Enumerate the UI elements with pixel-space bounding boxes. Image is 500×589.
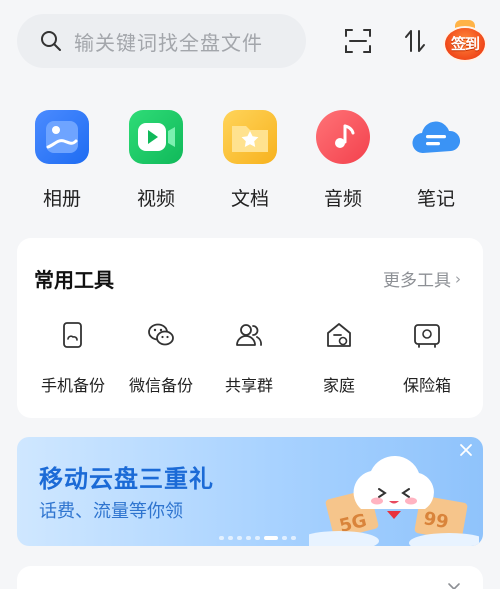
promo-banner[interactable]: 移动云盘三重礼 话费、流量等你领 5G 99: [17, 437, 483, 546]
category-label: 视频: [136, 188, 175, 210]
banner-subline: 话费、流量等你领: [39, 501, 183, 522]
tool-phone-backup[interactable]: 手机备份: [31, 320, 115, 396]
more-tools-label: 更多工具: [383, 271, 451, 291]
close-icon[interactable]: [457, 441, 475, 459]
category-label: 文档: [230, 188, 269, 210]
phone-backup-icon: [63, 322, 82, 348]
category-label: 相册: [42, 188, 81, 210]
category-label: 音频: [323, 188, 362, 210]
photo-album-icon: [35, 110, 89, 164]
category-label: 笔记: [416, 188, 455, 210]
group-icon: [236, 324, 262, 346]
category-videos[interactable]: 视频: [116, 110, 196, 211]
common-tools-card: 常用工具 更多工具 › 手机备份 微信备份 共享群 家庭 保险箱: [17, 238, 483, 418]
carousel-dot: [282, 536, 287, 540]
coupon-99-text: 99: [422, 508, 450, 533]
search-bar[interactable]: 输关键词找全盘文件: [17, 14, 306, 68]
cloud-mascot-illustration: 5G 99: [309, 455, 479, 546]
chevron-right-icon: ›: [455, 269, 461, 288]
category-notes[interactable]: 笔记: [396, 110, 476, 211]
search-placeholder: 输关键词找全盘文件: [74, 30, 263, 55]
home-icon: [327, 323, 351, 347]
category-documents[interactable]: 文档: [210, 110, 290, 211]
tool-label: 家庭: [322, 376, 355, 395]
note-cloud-icon: [409, 110, 463, 164]
sign-in-button[interactable]: 签到: [445, 20, 485, 62]
tool-share-group[interactable]: 共享群: [207, 320, 291, 396]
carousel-dot: [237, 536, 242, 540]
carousel-indicator: [219, 536, 296, 540]
tool-label: 微信备份: [128, 376, 193, 395]
tools-title: 常用工具: [34, 268, 114, 292]
document-folder-icon: [223, 110, 277, 164]
tool-label: 手机备份: [40, 376, 105, 395]
sign-in-label: 签到: [450, 35, 480, 53]
sort-icon[interactable]: [400, 26, 430, 56]
carousel-dot: [219, 536, 224, 540]
close-icon[interactable]: [447, 582, 461, 589]
banner-headline: 移动云盘三重礼: [39, 465, 214, 493]
tool-label: 保险箱: [402, 376, 451, 395]
tool-safe[interactable]: 保险箱: [385, 320, 469, 396]
category-audio[interactable]: 音频: [303, 110, 383, 211]
tool-label: 共享群: [224, 376, 273, 395]
next-card: [17, 566, 483, 589]
category-row: 相册 视频 文档 音频 笔记: [0, 110, 500, 220]
music-note-icon: [316, 110, 370, 164]
tool-wechat-backup[interactable]: 微信备份: [119, 320, 203, 396]
scan-icon[interactable]: [343, 26, 373, 56]
tool-family[interactable]: 家庭: [297, 320, 381, 396]
carousel-dot: [228, 536, 233, 540]
carousel-dot-active: [264, 536, 278, 540]
category-photos[interactable]: 相册: [22, 110, 102, 211]
safe-icon: [414, 324, 440, 348]
carousel-dot: [255, 536, 260, 540]
carousel-dot: [291, 536, 296, 540]
more-tools-link[interactable]: 更多工具 ›: [383, 266, 461, 292]
top-bar: 输关键词找全盘文件 签到: [0, 0, 500, 84]
search-icon: [41, 31, 61, 51]
video-icon: [129, 110, 183, 164]
carousel-dot: [246, 536, 251, 540]
wechat-icon: [148, 323, 174, 346]
